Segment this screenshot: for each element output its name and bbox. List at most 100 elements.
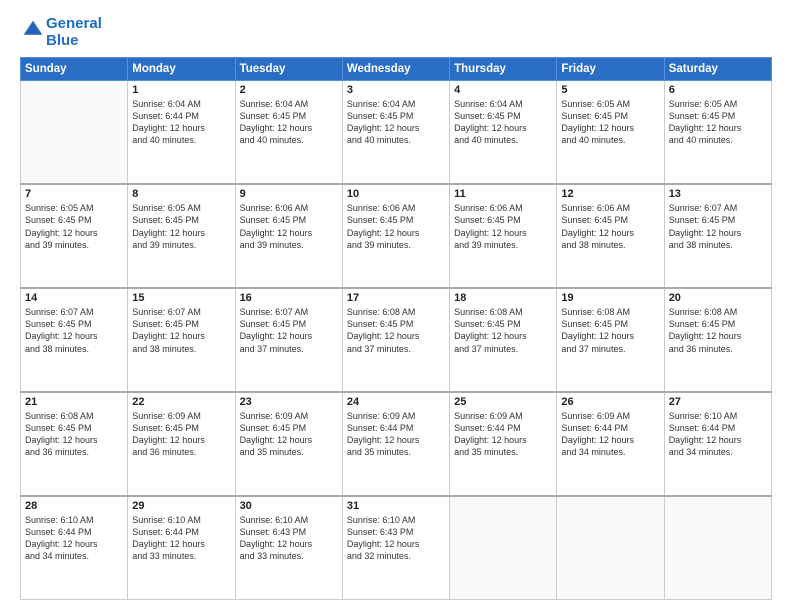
day-number: 8 <box>132 188 230 200</box>
calendar-cell: 31 Sunrise: 6:10 AMSunset: 6:43 PMDayligh… <box>342 496 449 600</box>
day-info: Sunrise: 6:10 AMSunset: 6:43 PMDaylight:… <box>240 514 338 563</box>
day-info: Sunrise: 6:05 AMSunset: 6:45 PMDaylight:… <box>132 202 230 251</box>
day-info: Sunrise: 6:07 AMSunset: 6:45 PMDaylight:… <box>669 202 767 251</box>
calendar-cell: 18 Sunrise: 6:08 AMSunset: 6:45 PMDayligh… <box>450 288 557 392</box>
weekday-header-sunday: Sunday <box>21 58 128 81</box>
day-number: 1 <box>132 84 230 96</box>
calendar-cell <box>450 496 557 600</box>
calendar-week-row: 14 Sunrise: 6:07 AMSunset: 6:45 PMDayligh… <box>21 288 772 392</box>
day-info: Sunrise: 6:06 AMSunset: 6:45 PMDaylight:… <box>240 202 338 251</box>
day-info: Sunrise: 6:09 AMSunset: 6:44 PMDaylight:… <box>561 410 659 459</box>
day-number: 15 <box>132 292 230 304</box>
day-info: Sunrise: 6:06 AMSunset: 6:45 PMDaylight:… <box>347 202 445 251</box>
day-info: Sunrise: 6:08 AMSunset: 6:45 PMDaylight:… <box>25 410 123 459</box>
day-number: 14 <box>25 292 123 304</box>
calendar-week-row: 7 Sunrise: 6:05 AMSunset: 6:45 PMDaylight… <box>21 184 772 288</box>
calendar-cell: 1 Sunrise: 6:04 AMSunset: 6:44 PMDaylight… <box>128 81 235 185</box>
day-info: Sunrise: 6:04 AMSunset: 6:45 PMDaylight:… <box>454 98 552 147</box>
day-number: 12 <box>561 188 659 200</box>
calendar-cell: 3 Sunrise: 6:04 AMSunset: 6:45 PMDaylight… <box>342 81 449 185</box>
logo-text: General Blue <box>46 16 102 49</box>
header: General Blue <box>20 16 772 49</box>
day-number: 19 <box>561 292 659 304</box>
day-number: 24 <box>347 396 445 408</box>
calendar-cell: 12 Sunrise: 6:06 AMSunset: 6:45 PMDayligh… <box>557 184 664 288</box>
calendar-cell: 15 Sunrise: 6:07 AMSunset: 6:45 PMDayligh… <box>128 288 235 392</box>
weekday-header-saturday: Saturday <box>664 58 771 81</box>
calendar-cell: 25Sunrise: 6:09 AMSunset: 6:44 PMDayligh… <box>450 392 557 496</box>
calendar-table: SundayMondayTuesdayWednesdayThursdayFrid… <box>20 57 772 600</box>
day-number: 11 <box>454 188 552 200</box>
calendar-cell <box>21 81 128 185</box>
day-info: Sunrise: 6:10 AMSunset: 6:43 PMDaylight:… <box>347 514 445 563</box>
calendar-cell: 9 Sunrise: 6:06 AMSunset: 6:45 PMDaylight… <box>235 184 342 288</box>
calendar-cell: 7 Sunrise: 6:05 AMSunset: 6:45 PMDaylight… <box>21 184 128 288</box>
day-info: Sunrise: 6:07 AMSunset: 6:45 PMDaylight:… <box>240 306 338 355</box>
day-info: Sunrise: 6:08 AMSunset: 6:45 PMDaylight:… <box>669 306 767 355</box>
weekday-header-monday: Monday <box>128 58 235 81</box>
day-number: 26 <box>561 396 659 408</box>
day-number: 6 <box>669 84 767 96</box>
day-info: Sunrise: 6:06 AMSunset: 6:45 PMDaylight:… <box>561 202 659 251</box>
calendar-cell: 13 Sunrise: 6:07 AMSunset: 6:45 PMDayligh… <box>664 184 771 288</box>
calendar-cell: 26 Sunrise: 6:09 AMSunset: 6:44 PMDayligh… <box>557 392 664 496</box>
day-number: 31 <box>347 500 445 512</box>
logo-icon <box>22 19 44 41</box>
day-number: 30 <box>240 500 338 512</box>
calendar-cell: 6 Sunrise: 6:05 AMSunset: 6:45 PMDaylight… <box>664 81 771 185</box>
day-info: Sunrise: 6:09 AMSunset: 6:45 PMDaylight:… <box>132 410 230 459</box>
day-number: 7 <box>25 188 123 200</box>
day-number: 18 <box>454 292 552 304</box>
page: General Blue SundayMondayTuesdayWednesda… <box>0 0 792 612</box>
calendar-cell: 11Sunrise: 6:06 AMSunset: 6:45 PMDayligh… <box>450 184 557 288</box>
day-number: 5 <box>561 84 659 96</box>
calendar-cell: 8 Sunrise: 6:05 AMSunset: 6:45 PMDaylight… <box>128 184 235 288</box>
calendar-week-row: 21 Sunrise: 6:08 AMSunset: 6:45 PMDayligh… <box>21 392 772 496</box>
day-number: 28 <box>25 500 123 512</box>
calendar-cell: 27 Sunrise: 6:10 AMSunset: 6:44 PMDayligh… <box>664 392 771 496</box>
weekday-header-thursday: Thursday <box>450 58 557 81</box>
day-number: 20 <box>669 292 767 304</box>
day-info: Sunrise: 6:05 AMSunset: 6:45 PMDaylight:… <box>561 98 659 147</box>
calendar-cell: 23 Sunrise: 6:09 AMSunset: 6:45 PMDayligh… <box>235 392 342 496</box>
day-info: Sunrise: 6:09 AMSunset: 6:44 PMDaylight:… <box>454 410 552 459</box>
calendar-week-row: 28 Sunrise: 6:10 AMSunset: 6:44 PMDayligh… <box>21 496 772 600</box>
calendar-cell: 16 Sunrise: 6:07 AMSunset: 6:45 PMDayligh… <box>235 288 342 392</box>
day-number: 3 <box>347 84 445 96</box>
calendar-cell <box>664 496 771 600</box>
day-number: 16 <box>240 292 338 304</box>
day-info: Sunrise: 6:08 AMSunset: 6:45 PMDaylight:… <box>561 306 659 355</box>
day-info: Sunrise: 6:04 AMSunset: 6:45 PMDaylight:… <box>347 98 445 147</box>
day-number: 17 <box>347 292 445 304</box>
day-info: Sunrise: 6:09 AMSunset: 6:45 PMDaylight:… <box>240 410 338 459</box>
weekday-header-friday: Friday <box>557 58 664 81</box>
calendar-week-row: 1 Sunrise: 6:04 AMSunset: 6:44 PMDaylight… <box>21 81 772 185</box>
calendar-cell: 28 Sunrise: 6:10 AMSunset: 6:44 PMDayligh… <box>21 496 128 600</box>
day-info: Sunrise: 6:04 AMSunset: 6:44 PMDaylight:… <box>132 98 230 147</box>
calendar-cell: 21 Sunrise: 6:08 AMSunset: 6:45 PMDayligh… <box>21 392 128 496</box>
day-info: Sunrise: 6:10 AMSunset: 6:44 PMDaylight:… <box>25 514 123 563</box>
day-number: 23 <box>240 396 338 408</box>
day-number: 10 <box>347 188 445 200</box>
calendar-cell: 5 Sunrise: 6:05 AMSunset: 6:45 PMDaylight… <box>557 81 664 185</box>
day-number: 27 <box>669 396 767 408</box>
calendar-cell: 30 Sunrise: 6:10 AMSunset: 6:43 PMDayligh… <box>235 496 342 600</box>
calendar-cell: 20 Sunrise: 6:08 AMSunset: 6:45 PMDayligh… <box>664 288 771 392</box>
day-info: Sunrise: 6:07 AMSunset: 6:45 PMDaylight:… <box>25 306 123 355</box>
day-number: 22 <box>132 396 230 408</box>
day-info: Sunrise: 6:08 AMSunset: 6:45 PMDaylight:… <box>454 306 552 355</box>
day-info: Sunrise: 6:07 AMSunset: 6:45 PMDaylight:… <box>132 306 230 355</box>
day-info: Sunrise: 6:10 AMSunset: 6:44 PMDaylight:… <box>669 410 767 459</box>
day-number: 13 <box>669 188 767 200</box>
calendar-cell: 24Sunrise: 6:09 AMSunset: 6:44 PMDayligh… <box>342 392 449 496</box>
calendar-cell: 17 Sunrise: 6:08 AMSunset: 6:45 PMDayligh… <box>342 288 449 392</box>
day-info: Sunrise: 6:05 AMSunset: 6:45 PMDaylight:… <box>25 202 123 251</box>
calendar-cell <box>557 496 664 600</box>
day-number: 21 <box>25 396 123 408</box>
day-info: Sunrise: 6:08 AMSunset: 6:45 PMDaylight:… <box>347 306 445 355</box>
calendar-cell: 22 Sunrise: 6:09 AMSunset: 6:45 PMDayligh… <box>128 392 235 496</box>
weekday-header-tuesday: Tuesday <box>235 58 342 81</box>
weekday-header-wednesday: Wednesday <box>342 58 449 81</box>
day-info: Sunrise: 6:05 AMSunset: 6:45 PMDaylight:… <box>669 98 767 147</box>
day-number: 9 <box>240 188 338 200</box>
